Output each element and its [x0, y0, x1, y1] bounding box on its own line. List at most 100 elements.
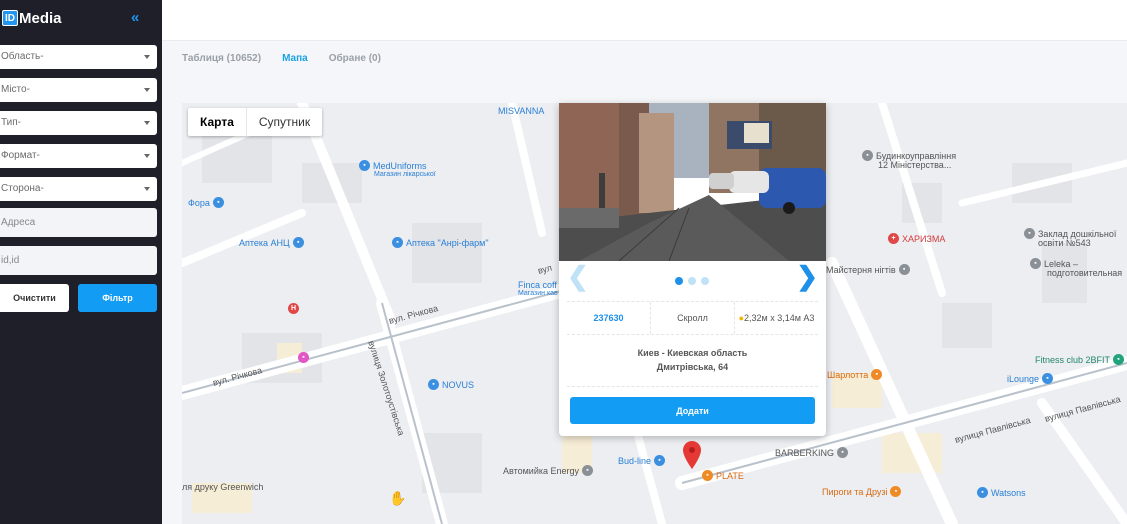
clear-button[interactable]: Очистити [0, 284, 69, 312]
poi-meduniforms[interactable]: ▪ MedUniforms [359, 160, 427, 171]
poi-kharyzma[interactable]: + ХАРИЗМА [888, 233, 945, 244]
city-select[interactable]: Місто- [0, 78, 157, 102]
poi-meduniforms-sub: Магазин лікарської [374, 171, 436, 178]
place-icon: ▪ [837, 447, 849, 458]
tab-table[interactable]: Таблиця (10652) [182, 53, 261, 64]
hand-cursor-icon: ✋ [389, 490, 407, 506]
poi-label: NOVUS [442, 379, 475, 390]
next-photo-icon[interactable]: ❯ [796, 263, 818, 289]
hotel-icon: H [288, 303, 299, 314]
place-icon: ▪ [582, 465, 594, 476]
poi-greenwich[interactable]: ля друку Greenwich [182, 482, 263, 492]
restaurant-icon: ▪ [702, 470, 713, 481]
shop-icon: ▪ [359, 160, 370, 171]
type-select-value: Тип- [1, 117, 21, 128]
id-input[interactable] [0, 246, 157, 275]
poi-label: MISVANNA [498, 106, 545, 116]
poi-apteka-anc[interactable]: Аптека АНЦ ▪ [239, 237, 304, 248]
poi-label: Finca coff [518, 280, 557, 290]
poi-pyrogy[interactable]: Пироги та Друзі ▪ [822, 486, 902, 497]
poi-sublabel: 12 Міністерства... [878, 160, 952, 170]
add-button[interactable]: Додати [570, 397, 815, 424]
medical-icon: + [888, 233, 899, 244]
billboard-size-text: 2,32м x 3,14м А3 [744, 313, 815, 323]
poi-sublabel: Магазин кав [518, 290, 558, 297]
map-pin-icon[interactable] [683, 441, 701, 469]
billboard-street: Дмитрівська, 64 [656, 362, 729, 372]
poi-ilounge[interactable]: iLounge ▪ [1007, 373, 1054, 384]
poi-label: Fitness club 2BFIT [1035, 354, 1111, 365]
school-icon: ▪ [1030, 258, 1041, 269]
tab-map[interactable]: Мапа [282, 53, 308, 64]
poi-maisternya[interactable]: Майстерня нігтів ▪ [826, 264, 910, 275]
poi-novus[interactable]: ▪ NOVUS [428, 379, 474, 390]
poi-sublabel: подготовительная [1047, 268, 1123, 278]
fitness-icon: ▪ [1113, 354, 1125, 365]
chevron-down-icon [144, 154, 150, 158]
poi-label: Фора [188, 197, 210, 208]
logo[interactable]: ID Media [2, 9, 62, 27]
poi-zaklad-sub: освіти №543 [1038, 238, 1091, 248]
poi-label: Заклад дошкільної [1038, 228, 1117, 239]
poi-plate[interactable]: ▪ PLATE [702, 470, 744, 481]
side-select[interactable]: Сторона- [0, 177, 157, 201]
collapse-sidebar-icon[interactable]: « [131, 9, 140, 26]
side-select-value: Сторона- [1, 183, 44, 194]
logo-text: Media [19, 9, 62, 27]
billboard-id[interactable]: 237630 [567, 302, 651, 334]
building-icon: ▪ [862, 150, 873, 161]
poi-avtomyika[interactable]: Автомийка Energy ▪ [503, 465, 594, 476]
logo-mark: ID [2, 10, 18, 26]
poi-fora[interactable]: Фора ▪ [188, 197, 224, 208]
poi-hotel[interactable]: H [288, 303, 299, 314]
poi-label: MedUniforms [373, 160, 427, 171]
poi-watsons[interactable]: ▪ Watsons [977, 487, 1026, 498]
poi-finca[interactable]: Finca coff [518, 280, 557, 290]
type-select[interactable]: Тип- [0, 111, 157, 135]
poi-fitness[interactable]: Fitness club 2BFIT ▪ [1035, 354, 1125, 365]
poi-apteka-anri[interactable]: ▪ Аптека "Анрі-фарм" [392, 237, 489, 248]
pharmacy-icon: ▪ [292, 237, 304, 248]
top-bar [162, 0, 1127, 41]
sidebar: ID Media « Область- Місто- Тип- Формат- … [0, 0, 162, 524]
billboard-photo[interactable] [559, 103, 826, 261]
carousel-dot[interactable] [701, 277, 709, 285]
chevron-down-icon [144, 121, 150, 125]
place-icon: ▪ [898, 264, 910, 275]
cart-icon: ▪ [428, 379, 439, 390]
school-icon: ▪ [1024, 228, 1035, 239]
prev-photo-icon[interactable]: ❮ [567, 263, 589, 289]
poi-pink-marker[interactable]: ▪ [298, 352, 309, 363]
carousel-dot[interactable] [688, 277, 696, 285]
poi-sharlotta[interactable]: Шарлотта ▪ [827, 369, 883, 380]
poi-label: Шарлотта [827, 369, 869, 380]
format-select[interactable]: Формат- [0, 144, 157, 168]
poi-leleka-sub: подготовительная [1047, 268, 1122, 278]
chevron-down-icon [144, 55, 150, 59]
poi-label: Watsons [991, 487, 1026, 498]
address-input[interactable] [0, 208, 157, 237]
divider [567, 386, 818, 387]
poi-sublabel: Магазин лікарської [374, 171, 436, 178]
poi-barberking[interactable]: BARBERKING ▪ [775, 447, 849, 458]
tab-favorites[interactable]: Обране (0) [329, 53, 381, 64]
shop-icon: ▪ [298, 352, 309, 363]
billboard-id-text: 237630 [593, 313, 624, 323]
poi-budynko-sub: 12 Міністерства... [878, 160, 951, 170]
poi-bud-line[interactable]: Bud-line ▪ [618, 455, 666, 466]
map-view-button[interactable]: Карта [188, 108, 247, 136]
poi-finca-sub: Магазин кав [518, 290, 558, 297]
shop-icon: ▪ [977, 487, 988, 498]
poi-label: PLATE [716, 470, 744, 481]
poi-label: Автомийка Energy [503, 465, 580, 476]
poi-label: Аптека АНЦ [239, 237, 290, 248]
region-select[interactable]: Область- [0, 45, 157, 69]
carousel-dot[interactable] [675, 277, 683, 285]
poi-label: ля друку Greenwich [182, 482, 264, 492]
carousel-dots [675, 277, 709, 285]
poi-misvanna[interactable]: MISVANNA [498, 106, 544, 116]
filter-button[interactable]: Фільтр [78, 284, 157, 312]
satellite-view-button[interactable]: Супутник [247, 108, 322, 136]
view-tabs: Таблиця (10652) Мапа Обране (0) [182, 53, 381, 64]
map-type-toggle: Карта Супутник [188, 108, 323, 136]
